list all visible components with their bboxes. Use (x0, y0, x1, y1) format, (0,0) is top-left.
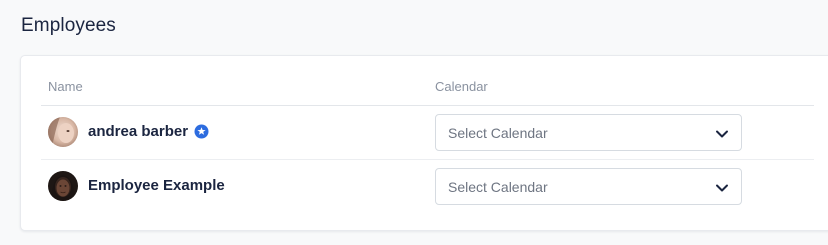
employee-name-text: andrea barber (88, 123, 189, 140)
calendar-select[interactable]: Select Calendar (435, 114, 742, 151)
chevron-down-icon (715, 181, 729, 193)
employee-name-text: Employee Example (88, 177, 225, 194)
section-title: Employees (21, 15, 116, 36)
avatar (48, 117, 78, 147)
avatar (48, 171, 78, 201)
calendar-select-placeholder: Select Calendar (448, 125, 548, 141)
column-header-name: Name (48, 79, 83, 94)
chevron-down-icon (715, 127, 729, 139)
employee-name: andrea barber (88, 123, 209, 140)
calendar-select[interactable]: Select Calendar (435, 168, 742, 205)
calendar-select-placeholder: Select Calendar (448, 179, 548, 195)
table-row: andrea barber Select Calendar (41, 106, 814, 160)
employees-page: Employees Name Calendar andrea barber Se… (0, 0, 828, 245)
table-header: Name Calendar (41, 56, 814, 106)
employee-name: Employee Example (88, 177, 225, 194)
verified-star-icon (194, 124, 209, 139)
column-header-calendar: Calendar (435, 79, 488, 94)
employees-table: Name Calendar andrea barber Select Calen… (41, 56, 814, 213)
employees-card: Name Calendar andrea barber Select Calen… (20, 55, 828, 231)
table-row: Employee Example Select Calendar (41, 160, 814, 213)
